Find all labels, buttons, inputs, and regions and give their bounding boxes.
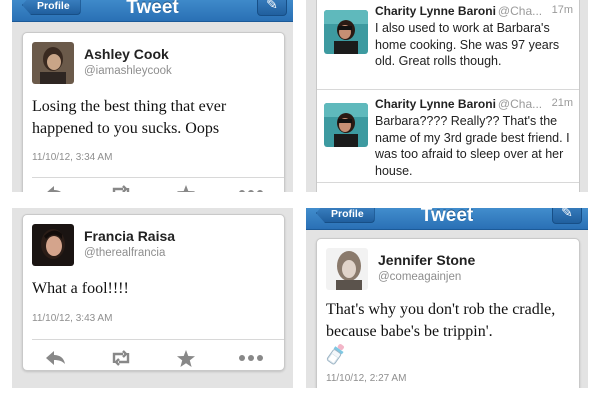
divider bbox=[32, 339, 284, 340]
tweet-text: Barbara???? Really?? That's the name of … bbox=[375, 114, 570, 178]
reply-button[interactable] bbox=[43, 348, 69, 368]
tweet-card: Jennifer Stone @comeagainjen That's why … bbox=[316, 238, 580, 388]
user-name[interactable]: Charity Lynne Baroni bbox=[375, 97, 496, 111]
divider bbox=[32, 177, 284, 178]
user-handle: @iamashleycook bbox=[84, 65, 172, 77]
reply-icon bbox=[46, 186, 61, 192]
reply-icon bbox=[45, 351, 65, 365]
compose-icon: ✎ bbox=[561, 208, 573, 220]
compose-button[interactable]: ✎ bbox=[552, 208, 582, 224]
tweet-card: Ashley Cook @iamashleycook Losing the be… bbox=[22, 32, 285, 192]
favorite-icon bbox=[177, 349, 196, 367]
favorite-button[interactable] bbox=[173, 348, 199, 368]
user-handle: @comeagainjen bbox=[378, 271, 462, 283]
avatar[interactable] bbox=[32, 42, 74, 84]
retweet-icon bbox=[112, 185, 130, 192]
tweet-text: Losing the best thing that ever happened… bbox=[32, 98, 227, 137]
user-handle: @therealfrancia bbox=[84, 247, 166, 259]
tweet-timestamp: 11/10/12, 3:34 AM bbox=[32, 152, 113, 163]
retweet-icon bbox=[112, 350, 130, 366]
retweet-button[interactable] bbox=[108, 348, 134, 368]
compose-icon: ✎ bbox=[266, 0, 278, 12]
nav-bar: Profile Tweet ✎ bbox=[12, 0, 293, 22]
retweet-button[interactable] bbox=[108, 183, 134, 192]
reply-button[interactable] bbox=[43, 183, 69, 192]
more-icon bbox=[239, 355, 264, 361]
screenshot-jennifer-stone: Profile Tweet ✎ Jennifer Stone @comeagai… bbox=[306, 208, 588, 388]
screenshot-ashley-cook: Profile Tweet ✎ Ashley Cook @iamashleyco… bbox=[12, 0, 293, 192]
action-bar bbox=[23, 348, 284, 368]
tweet-timestamp: 11/10/12, 3:43 AM bbox=[32, 313, 113, 324]
tweet-age: 17m bbox=[551, 4, 573, 16]
tweet-timestamp: 11/10/12, 2:27 AM bbox=[326, 373, 407, 384]
avatar[interactable] bbox=[324, 103, 368, 147]
baby-bottle-emoji bbox=[326, 343, 346, 365]
favorite-icon bbox=[177, 184, 196, 192]
favorite-button[interactable] bbox=[173, 183, 199, 192]
screenshot-timeline: Charity Lynne Baroni @Cha... 17m I also u… bbox=[306, 0, 588, 192]
user-name[interactable]: Charity Lynne Baroni bbox=[375, 4, 496, 18]
more-button[interactable] bbox=[238, 348, 264, 368]
tweet-age: 21m bbox=[551, 97, 573, 109]
user-name[interactable]: Ashley Cook bbox=[84, 46, 169, 62]
tweet-text: I also used to work at Barbara's home co… bbox=[375, 21, 560, 68]
avatar[interactable] bbox=[326, 248, 368, 290]
more-button[interactable] bbox=[238, 183, 264, 192]
avatar[interactable] bbox=[32, 224, 74, 266]
tweet-header: Charity Lynne Baroni @Cha... 17m bbox=[375, 4, 573, 20]
timeline-list: Charity Lynne Baroni @Cha... 17m I also u… bbox=[316, 0, 580, 192]
action-bar bbox=[23, 183, 284, 192]
user-name[interactable]: Francia Raisa bbox=[84, 228, 175, 244]
timeline-row[interactable]: Charity Lynne Baroni @Cha... 17m I also u… bbox=[317, 0, 579, 90]
tweet-card: Francia Raisa @therealfrancia What a foo… bbox=[22, 214, 285, 371]
user-handle: @Cha... bbox=[497, 97, 543, 111]
user-handle: @Cha... bbox=[497, 4, 543, 18]
timeline-row[interactable]: Charity Lynne Baroni @Cha... 21m Barbara?… bbox=[317, 91, 579, 183]
user-name[interactable]: Jennifer Stone bbox=[378, 252, 475, 268]
compose-button[interactable]: ✎ bbox=[257, 0, 287, 16]
tweet-text: What a fool!!!! bbox=[32, 280, 129, 297]
nav-title: Tweet bbox=[420, 208, 474, 226]
tweet-header: Charity Lynne Baroni @Cha... 21m bbox=[375, 97, 573, 113]
tweet-text: That's why you don't rob the cradle, bec… bbox=[326, 301, 556, 340]
more-icon bbox=[239, 190, 264, 192]
screenshot-francia-raisa: Francia Raisa @therealfrancia What a foo… bbox=[12, 208, 293, 388]
avatar[interactable] bbox=[324, 10, 368, 54]
nav-title: Tweet bbox=[126, 0, 179, 18]
nav-bar: Profile Tweet ✎ bbox=[306, 208, 588, 230]
